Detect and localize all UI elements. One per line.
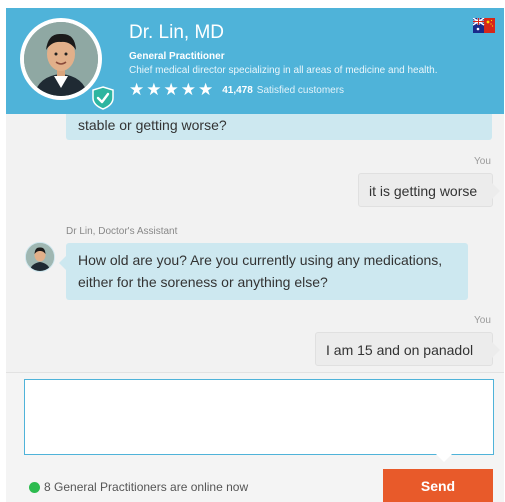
doctor-message: stable or getting worse? [66, 114, 492, 140]
online-dot-icon [29, 481, 40, 493]
message-text: stable or getting worse? [78, 117, 227, 133]
message-composer: 8 General Practitioners are online now S… [6, 372, 504, 502]
online-status: 8 General Practitioners are online now [29, 480, 248, 494]
doctor-message: How old are you? Are you currently using… [59, 243, 468, 300]
input-notch [436, 454, 452, 462]
doctor-name: Dr. Lin, MD [129, 22, 225, 43]
doctor-avatar-small [25, 242, 55, 272]
message-input[interactable] [24, 379, 494, 455]
star-icon: ★★★★★ [129, 80, 216, 100]
online-text: 8 General Practitioners are online now [44, 480, 249, 494]
sender-label: Dr Lin, Doctor's Assistant [66, 226, 178, 237]
doctor-header: Dr. Lin, MD General Practitioner Chief m… [6, 8, 504, 114]
australia-flag-icon[interactable] [472, 17, 495, 33]
send-button[interactable]: Send [383, 469, 493, 502]
message-line: either for the soreness or anything else… [78, 274, 328, 290]
user-message: it is getting worse [358, 173, 500, 207]
chat-transcript[interactable]: stable or getting worse? You it is getti… [6, 114, 504, 372]
sender-label: You [474, 315, 491, 326]
rating-text: Satisfied customers [256, 84, 345, 96]
rating-count: 41,478 [222, 84, 253, 96]
chat-widget: Dr. Lin, MD General Practitioner Chief m… [6, 8, 504, 502]
rating-row: ★★★★★ 41,478 Satisfied customers [129, 80, 345, 100]
message-text: it is getting worse [369, 183, 478, 199]
doctor-description: Chief medical director specializing in a… [129, 65, 438, 76]
doctor-specialty: General Practitioner [129, 51, 225, 62]
message-line: How old are you? Are you currently using… [78, 252, 443, 268]
user-message: I am 15 and on panadol [315, 332, 500, 366]
doctor-avatar [20, 18, 114, 110]
doctor-photo [24, 22, 98, 96]
sender-label: You [474, 156, 491, 167]
verified-shield-icon [92, 86, 114, 110]
message-text: I am 15 and on panadol [326, 342, 474, 358]
